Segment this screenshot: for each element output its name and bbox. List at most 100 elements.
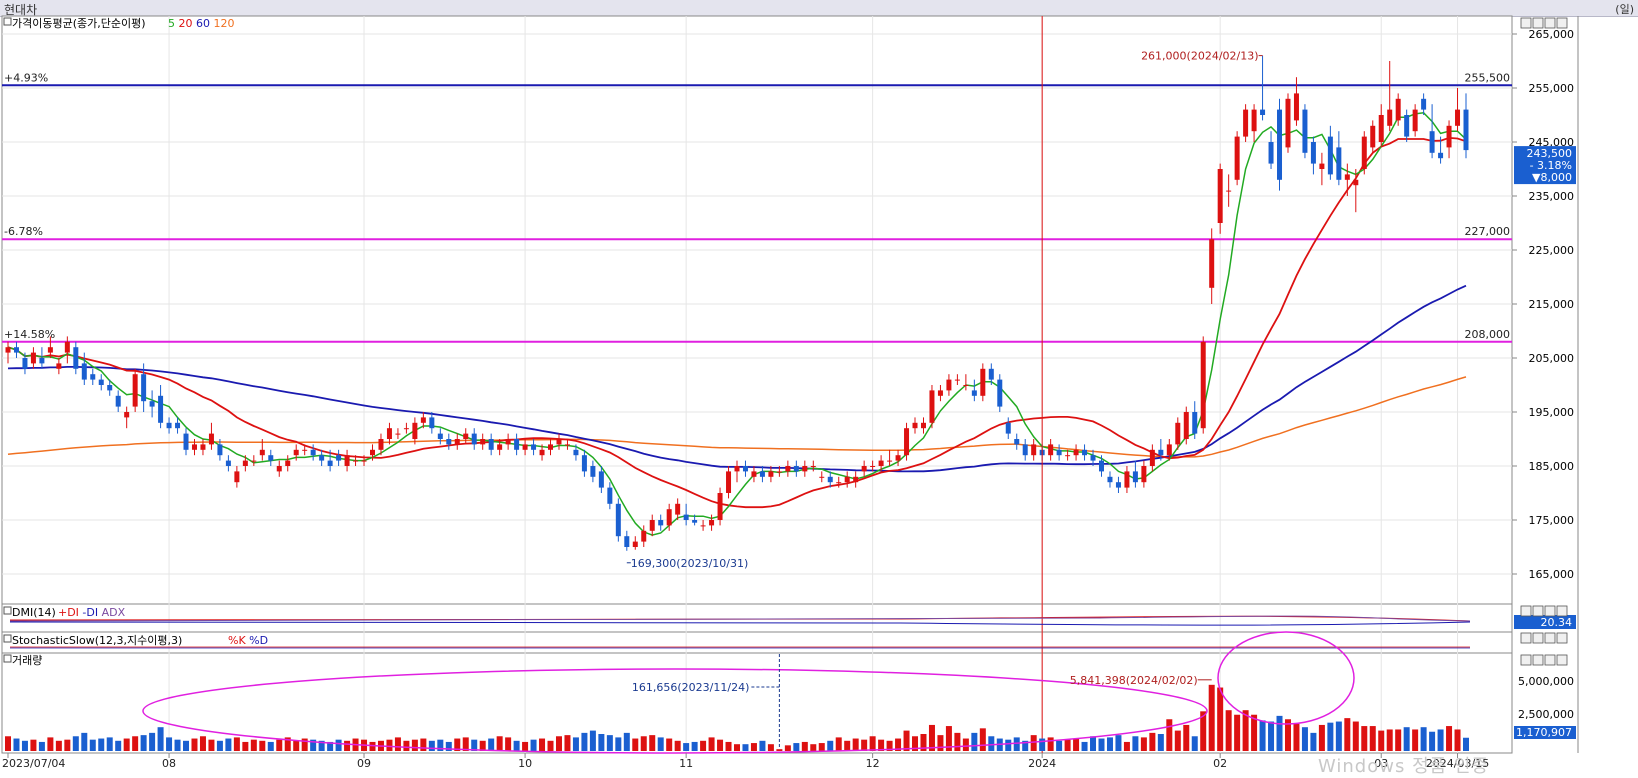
volume-bar	[1463, 737, 1469, 751]
panel-control-button[interactable]	[1532, 632, 1544, 644]
candle-body	[1090, 455, 1096, 461]
panel-control-button[interactable]	[1520, 654, 1532, 666]
panel-control-button[interactable]	[1532, 605, 1544, 617]
volume-bar	[1039, 738, 1046, 751]
legend-entry: %D	[246, 634, 268, 647]
candle-body	[1327, 136, 1333, 175]
volume-bar	[801, 741, 808, 751]
y-tick-label: 255,000	[1529, 82, 1575, 95]
volume-bar	[1174, 730, 1181, 751]
panel-control-button[interactable]	[1556, 654, 1568, 666]
candle-body	[844, 476, 850, 483]
volume-bar	[903, 730, 910, 751]
panel-control-button[interactable]	[1544, 654, 1556, 666]
candle-body	[1438, 152, 1444, 159]
panel-control-button[interactable]	[1532, 654, 1544, 666]
candle-body	[1073, 449, 1079, 456]
level-percent: +4.93%	[4, 71, 48, 84]
panel-control-button[interactable]	[1544, 632, 1556, 644]
candle-body	[709, 520, 715, 526]
candle-body	[895, 455, 901, 461]
candle-body	[1149, 449, 1155, 466]
candle-body	[971, 390, 977, 396]
candle-body	[1217, 169, 1223, 223]
legend-entry: -DI	[79, 606, 98, 619]
volume-bar	[479, 740, 486, 751]
level-percent: +14.58%	[4, 328, 55, 341]
panel-control-button[interactable]	[1556, 17, 1568, 29]
volume-bar	[835, 737, 842, 751]
panel-control-button[interactable]	[1556, 632, 1568, 644]
volume-bar	[1318, 724, 1325, 751]
volume-bar	[861, 739, 868, 751]
volume-bar	[717, 739, 724, 751]
volume-bar	[208, 739, 215, 751]
candle-body	[514, 439, 520, 450]
legend-entry: ADX	[98, 606, 125, 619]
volume-bar	[21, 740, 28, 751]
panel-control-button[interactable]	[1520, 17, 1532, 29]
candle-body	[471, 433, 477, 445]
candle-body	[327, 460, 333, 466]
candle-body	[22, 358, 28, 369]
candle-body	[319, 455, 325, 461]
candle-body	[437, 433, 443, 439]
candle-body	[1124, 471, 1130, 488]
volume-bar	[979, 728, 986, 751]
candle-body	[980, 368, 986, 396]
price-panel-title: 가격이동평균(종가,단순이평) 5 20 60 120	[3, 17, 235, 30]
panel-control-button[interactable]	[1544, 605, 1556, 617]
candle-body	[963, 385, 969, 386]
candle-body	[1404, 115, 1410, 137]
volume-bar	[1183, 724, 1190, 751]
candle-body	[175, 422, 181, 429]
volume-bar	[564, 735, 571, 751]
panel-control-button[interactable]	[1520, 605, 1532, 617]
panel-control-button[interactable]	[1556, 605, 1568, 617]
volume-bar	[1115, 735, 1122, 751]
candle-body	[5, 347, 11, 353]
volume-bar	[708, 737, 715, 751]
candle-body	[420, 417, 426, 423]
candle-body	[717, 493, 723, 520]
candle-body	[191, 444, 197, 450]
volume-bar	[64, 739, 71, 751]
panel-control-button[interactable]	[1544, 17, 1556, 29]
candle-body	[793, 466, 799, 472]
candle-body	[1014, 439, 1020, 445]
candle-body	[39, 358, 45, 364]
volume-bar	[1454, 729, 1461, 751]
y-tick-label: 185,000	[1529, 460, 1575, 473]
legend-entry: 20	[175, 17, 193, 30]
volume-bar	[132, 736, 139, 751]
volume-bar	[632, 738, 639, 751]
candle-body	[124, 412, 130, 418]
volume-bar	[1437, 729, 1444, 751]
y-tick-label: 235,000	[1529, 190, 1575, 203]
candle-body	[1031, 444, 1037, 456]
candle-body	[158, 395, 164, 423]
candle-body	[1285, 98, 1291, 148]
stock-chart[interactable]: +4.93% 255,500 -6.78% 227,000 +14.58% 208,000…	[0, 0, 1638, 771]
panel-control-button[interactable]	[1532, 17, 1544, 29]
volume-axis-5m: 5,000,000	[1518, 675, 1574, 688]
volume-bar	[1268, 721, 1275, 751]
volume-bar	[250, 739, 257, 751]
candle-body	[531, 444, 537, 450]
candle-body	[1115, 482, 1121, 488]
candle-body	[1293, 93, 1299, 121]
candle-body	[73, 347, 79, 369]
volume-bar	[98, 738, 105, 751]
candle-body	[1209, 239, 1215, 288]
x-tick-label: 12	[866, 757, 880, 770]
panel-control-button[interactable]	[1520, 632, 1532, 644]
volume-bar	[394, 737, 401, 751]
y-tick-label: 265,000	[1529, 28, 1575, 41]
candle-body	[251, 460, 257, 462]
candle-body	[115, 395, 121, 407]
volume-bar	[1327, 722, 1334, 751]
candle-body	[734, 466, 740, 472]
candle-body	[1395, 98, 1401, 121]
candle-body	[700, 525, 706, 527]
x-tick-label: 2024	[1028, 757, 1056, 770]
